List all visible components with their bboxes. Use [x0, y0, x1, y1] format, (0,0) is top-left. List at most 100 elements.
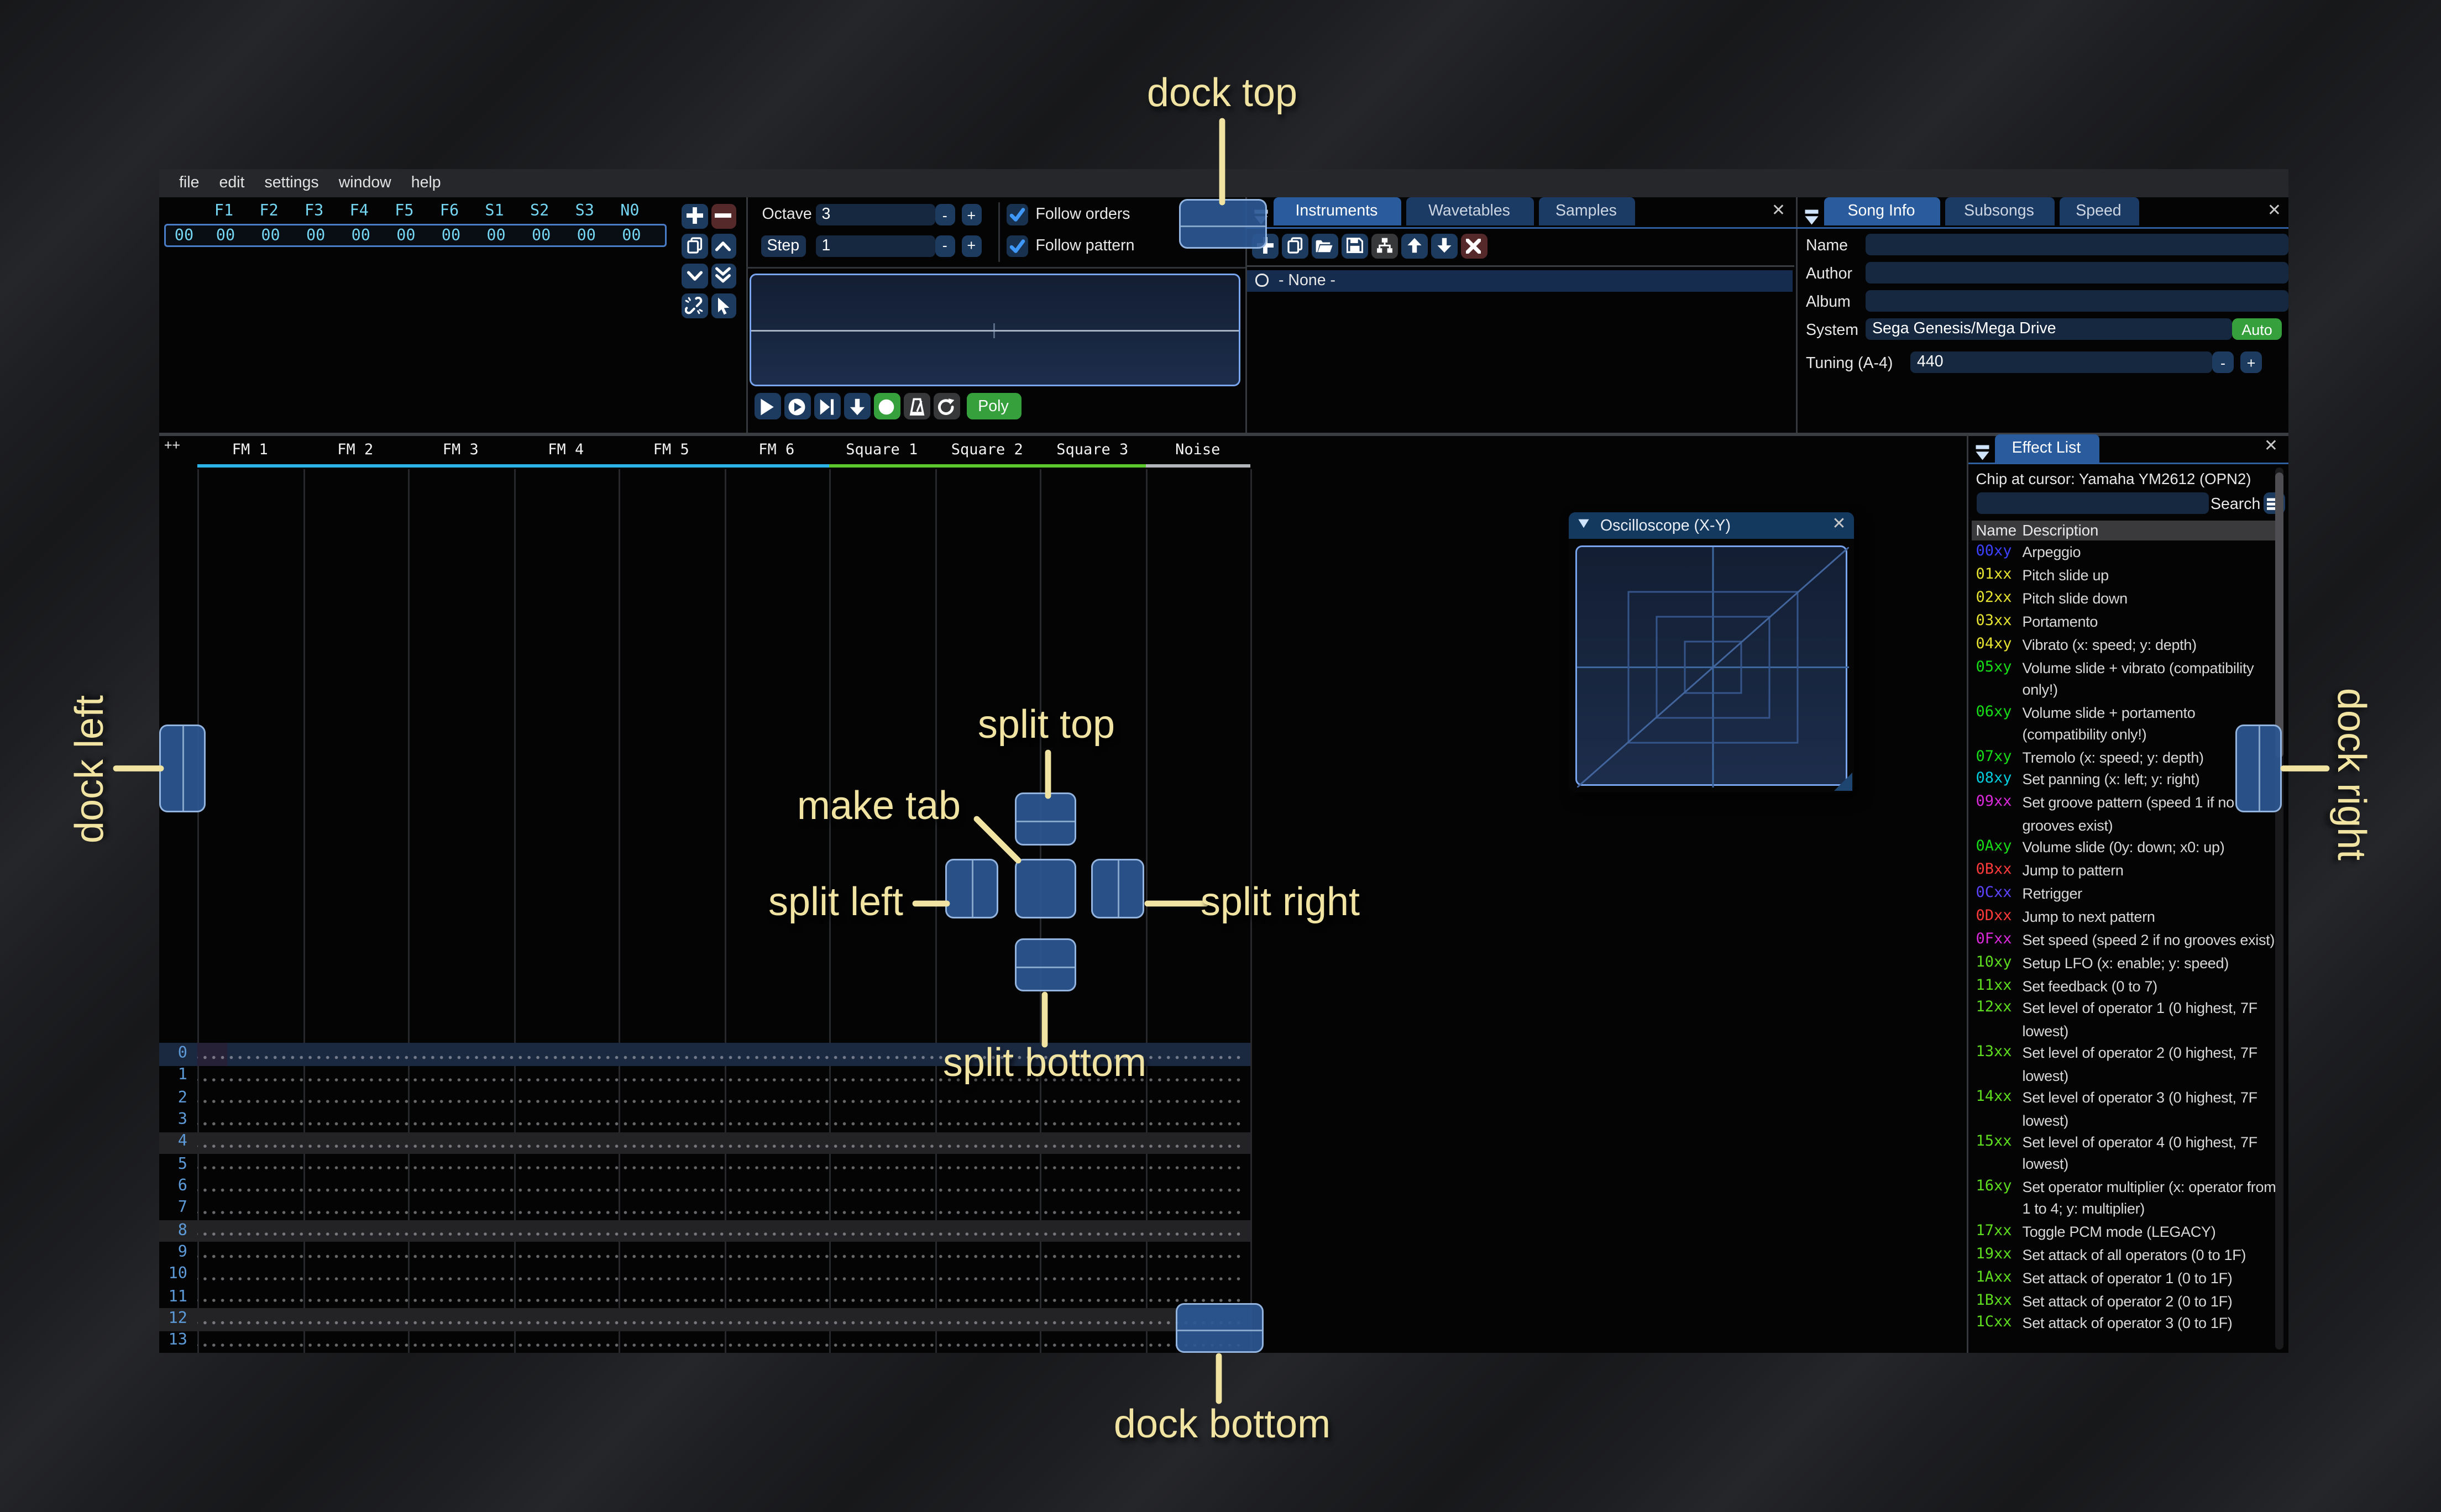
- channel-header-fm-2[interactable]: FM 2: [303, 442, 408, 460]
- pattern-row[interactable]: 7: [159, 1198, 1250, 1220]
- channel-header-fm-5[interactable]: FM 5: [619, 442, 724, 460]
- step-one-row-button[interactable]: [843, 393, 870, 419]
- orders-cell[interactable]: 00: [429, 227, 473, 245]
- step-minus-button[interactable]: -: [934, 234, 955, 256]
- name-input[interactable]: [1866, 234, 2288, 255]
- channel-header-fm-1[interactable]: FM 1: [197, 442, 303, 460]
- channel-header-fm-3[interactable]: FM 3: [408, 442, 514, 460]
- effect-row[interactable]: 13xx Set level of operator 2 (0 highest, …: [1976, 1043, 2280, 1088]
- empty-cells-dots[interactable]: [197, 1087, 1244, 1110]
- tuning-input[interactable]: 440: [1910, 351, 2212, 373]
- effect-table-header[interactable]: Name Description: [1972, 521, 2275, 540]
- delete-button[interactable]: [1461, 233, 1487, 259]
- follow-orders-checkbox[interactable]: [1005, 204, 1028, 225]
- effect-row[interactable]: 07xy Tremolo (x: speed; y: depth): [1976, 747, 2280, 770]
- oscilloscope-titlebar[interactable]: Oscilloscope (X-Y) ✕: [1569, 512, 1854, 539]
- channel-header-noise[interactable]: Noise: [1145, 442, 1251, 460]
- pattern-row[interactable]: 13: [159, 1330, 1250, 1353]
- effect-row[interactable]: 0Bxx Jump to pattern: [1976, 860, 2280, 883]
- play-button[interactable]: [753, 393, 781, 419]
- split-top-button[interactable]: [1015, 792, 1076, 846]
- orders-cell[interactable]: 00: [520, 227, 563, 245]
- dock-left-button[interactable]: [159, 725, 206, 812]
- orders-cell[interactable]: 00: [384, 227, 427, 245]
- menu-file[interactable]: file: [169, 174, 209, 192]
- empty-cells-dots[interactable]: [197, 1131, 1244, 1154]
- effect-search-input[interactable]: [1976, 492, 2208, 514]
- octave-input[interactable]: 3: [815, 204, 935, 225]
- empty-cells-dots[interactable]: [197, 1220, 1244, 1242]
- author-input[interactable]: [1866, 262, 2288, 284]
- effect-row[interactable]: 0Axy Volume slide (0y: down; x0: up): [1976, 837, 2280, 860]
- effect-row[interactable]: 05xy Volume slide + vibrato (compatibilit…: [1976, 657, 2280, 702]
- channel-header-square-3[interactable]: Square 3: [1040, 442, 1145, 460]
- effect-row[interactable]: 08xy Set panning (x: left; y: right): [1976, 769, 2280, 792]
- effect-row[interactable]: 04xy Vibrato (x: speed; y: depth): [1976, 634, 2280, 658]
- unlink-button[interactable]: [682, 292, 708, 318]
- pattern-row[interactable]: 9: [159, 1242, 1250, 1264]
- pattern-row[interactable]: 12: [159, 1308, 1250, 1331]
- effect-row[interactable]: 17xx Toggle PCM mode (LEGACY): [1976, 1221, 2280, 1245]
- effect-row[interactable]: 03xx Portamento: [1976, 611, 2280, 634]
- orders-cell[interactable]: 00: [294, 227, 337, 245]
- empty-cells-dots[interactable]: [197, 1308, 1244, 1331]
- menu-help[interactable]: help: [401, 174, 451, 192]
- effect-row[interactable]: 00xy Arpeggio: [1976, 542, 2280, 565]
- effect-row[interactable]: 19xx Set attack of all operators (0 to 1F…: [1976, 1244, 2280, 1267]
- split-bottom-button[interactable]: [1015, 938, 1076, 991]
- scrollbar-thumb[interactable]: [2274, 473, 2283, 758]
- effect-row[interactable]: 15xx Set level of operator 4 (0 highest, …: [1976, 1132, 2280, 1177]
- tab-effect-list[interactable]: Effect List: [1994, 433, 2099, 462]
- effect-row[interactable]: 06xy Volume slide + portamento (compatibi…: [1976, 702, 2280, 747]
- effect-row[interactable]: 0Dxx Jump to next pattern: [1976, 906, 2280, 930]
- effect-row[interactable]: 11xx Set feedback (0 to 7): [1976, 975, 2280, 999]
- dock-right-button[interactable]: [2235, 725, 2282, 812]
- octave-plus-button[interactable]: +: [961, 204, 982, 225]
- close-icon[interactable]: ✕: [2266, 202, 2283, 222]
- empty-cells-dots[interactable]: [197, 1330, 1244, 1353]
- channel-header-fm-6[interactable]: FM 6: [724, 442, 830, 460]
- metronome-button[interactable]: [903, 393, 930, 419]
- orders-cell[interactable]: 00: [610, 227, 653, 245]
- poly-button[interactable]: Poly: [966, 393, 1021, 419]
- chev-up-button[interactable]: [710, 233, 736, 259]
- effect-row[interactable]: 1Axx Set attack of operator 1 (0 to 1F): [1976, 1267, 2280, 1290]
- auto-system-button[interactable]: Auto: [2232, 318, 2282, 340]
- step-plus-button[interactable]: +: [961, 234, 982, 256]
- effect-row[interactable]: 16xy Set operator multiplier (x: operator…: [1976, 1177, 2280, 1221]
- pattern-row[interactable]: 2: [159, 1087, 1250, 1110]
- pattern-row[interactable]: 10: [159, 1264, 1250, 1287]
- tab-speed[interactable]: Speed: [2058, 197, 2139, 225]
- clone-button[interactable]: [1282, 233, 1308, 259]
- clone-button[interactable]: [682, 233, 708, 259]
- close-icon[interactable]: ✕: [1770, 202, 1787, 222]
- channel-header-square-2[interactable]: Square 2: [935, 442, 1040, 460]
- resize-grip[interactable]: [1834, 773, 1852, 791]
- effect-row[interactable]: 09xx Set groove pattern (speed 1 if no gr…: [1976, 792, 2280, 837]
- system-input[interactable]: Sega Genesis/Mega Drive: [1866, 318, 2232, 340]
- empty-cells-dots[interactable]: [197, 1175, 1244, 1198]
- effect-row[interactable]: 14xx Set level of operator 3 (0 highest, …: [1976, 1088, 2280, 1132]
- pattern-corner-button[interactable]: ++: [164, 437, 180, 452]
- close-icon[interactable]: ✕: [1831, 516, 1847, 536]
- close-icon[interactable]: ✕: [2263, 438, 2280, 458]
- tuning-plus-button[interactable]: +: [2240, 351, 2262, 373]
- instrument-list-item[interactable]: - None -: [1247, 269, 1793, 292]
- empty-cells-dots[interactable]: [197, 1109, 1244, 1132]
- menu-window[interactable]: window: [329, 174, 401, 192]
- orders-cell[interactable]: 00: [475, 227, 518, 245]
- orders-cell[interactable]: 00: [249, 227, 292, 245]
- empty-cells-dots[interactable]: [197, 1242, 1244, 1264]
- pattern-row[interactable]: 6: [159, 1175, 1250, 1198]
- make-tab-button[interactable]: [1015, 859, 1076, 918]
- tab-subsongs[interactable]: Subsongs: [1944, 197, 2054, 225]
- pattern-row[interactable]: 3: [159, 1109, 1250, 1132]
- orders-cell[interactable]: 00: [204, 227, 247, 245]
- dock-bottom-button[interactable]: [1176, 1303, 1264, 1353]
- tab-instruments[interactable]: Instruments: [1272, 197, 1401, 225]
- menu-settings[interactable]: settings: [254, 174, 328, 192]
- effect-row[interactable]: 10xy Setup LFO (x: enable; y: speed): [1976, 952, 2280, 975]
- tuning-minus-button[interactable]: -: [2212, 351, 2234, 373]
- repeat-pattern-button[interactable]: [933, 393, 960, 419]
- add-button[interactable]: [682, 203, 708, 229]
